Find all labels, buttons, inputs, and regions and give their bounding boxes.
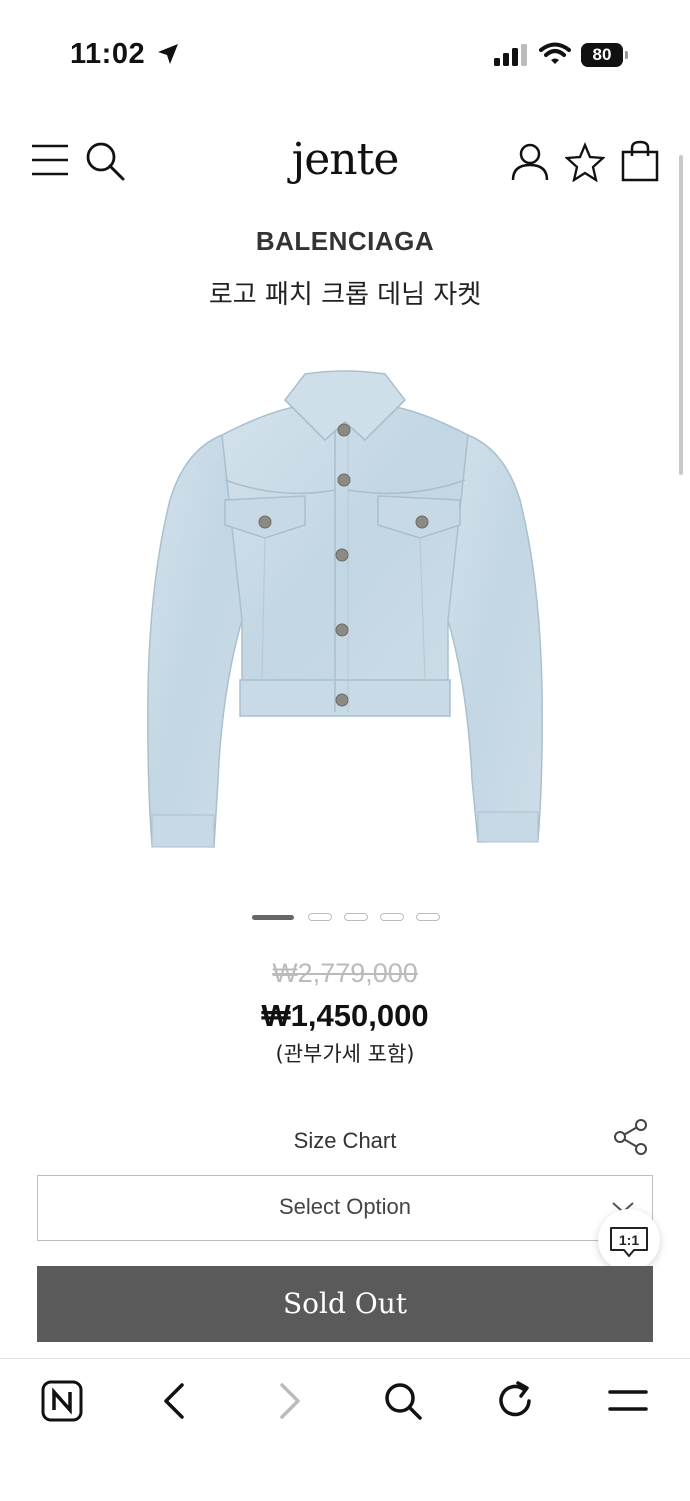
product-image[interactable] — [130, 360, 560, 860]
option-select-value: Select Option — [278, 1194, 412, 1219]
original-price: ₩2,779,000 — [272, 958, 418, 988]
naver-icon[interactable] — [40, 1379, 84, 1423]
browser-search-icon[interactable] — [382, 1379, 424, 1423]
reload-icon[interactable] — [496, 1379, 536, 1423]
chat-label: 1:1 — [619, 1232, 639, 1248]
star-icon[interactable] — [565, 142, 605, 182]
carousel-dot[interactable] — [344, 913, 368, 921]
signal-icon — [494, 44, 527, 66]
battery-cap — [625, 51, 628, 59]
tax-note: (관부가세 포함) — [275, 1042, 415, 1066]
location-arrow-icon — [158, 44, 178, 64]
size-chart-link[interactable]: Size Chart — [0, 1128, 690, 1154]
option-select[interactable]: Select Option — [37, 1175, 653, 1241]
page-scrollbar[interactable] — [679, 155, 683, 475]
carousel-dot[interactable] — [308, 913, 332, 921]
battery-icon: 80 — [581, 43, 623, 67]
chat-icon: 1:1 — [610, 1227, 648, 1257]
carousel-dot[interactable] — [252, 915, 294, 920]
user-icon[interactable] — [510, 142, 550, 182]
site-header: jente — [0, 130, 690, 200]
status-bar: 11:02 80 — [0, 0, 690, 110]
wifi-icon — [539, 42, 571, 64]
bag-icon[interactable] — [620, 140, 660, 182]
carousel-dot[interactable] — [416, 913, 440, 921]
browser-toolbar — [0, 1358, 690, 1501]
browser-menu-icon[interactable] — [608, 1379, 648, 1423]
forward-icon[interactable] — [274, 1379, 306, 1423]
carousel-dot[interactable] — [380, 913, 404, 921]
share-icon[interactable] — [612, 1118, 650, 1156]
back-icon[interactable] — [158, 1379, 190, 1423]
product-brand[interactable]: BALENCIAGA — [0, 226, 690, 257]
status-time: 11:02 — [70, 38, 146, 70]
sold-out-button[interactable]: Sold Out — [37, 1266, 653, 1342]
product-name: 로고 패치 크롭 데님 자켓 — [208, 280, 482, 310]
sale-price: ₩1,450,000 — [261, 998, 429, 1033]
chat-button[interactable]: 1:1 — [598, 1209, 660, 1271]
